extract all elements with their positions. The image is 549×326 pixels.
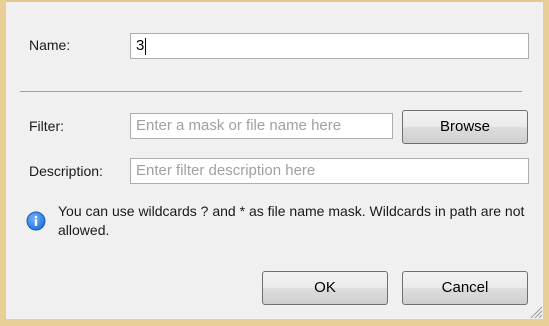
text-caret bbox=[145, 37, 147, 55]
resize-grip-icon[interactable] bbox=[529, 305, 543, 319]
description-placeholder: Enter filter description here bbox=[136, 162, 316, 179]
info-icon bbox=[26, 211, 46, 231]
info-message: You can use wildcards ? and * as file na… bbox=[58, 203, 525, 238]
ok-button[interactable]: OK bbox=[262, 271, 388, 305]
name-value: 3 bbox=[136, 37, 145, 54]
name-label: Name: bbox=[29, 37, 71, 53]
filter-input[interactable]: Enter a mask or file name here bbox=[130, 113, 393, 139]
description-label: Description: bbox=[29, 163, 103, 179]
filter-placeholder: Enter a mask or file name here bbox=[136, 117, 342, 134]
filter-label: Filter: bbox=[29, 118, 64, 134]
window-frame-right bbox=[543, 0, 549, 326]
description-input[interactable]: Enter filter description here bbox=[130, 158, 529, 184]
section-divider bbox=[20, 91, 522, 92]
window-frame-bottom bbox=[0, 319, 549, 326]
browse-button[interactable]: Browse bbox=[402, 110, 528, 144]
cancel-button[interactable]: Cancel bbox=[402, 271, 528, 305]
name-input[interactable]: 3 bbox=[130, 33, 529, 59]
